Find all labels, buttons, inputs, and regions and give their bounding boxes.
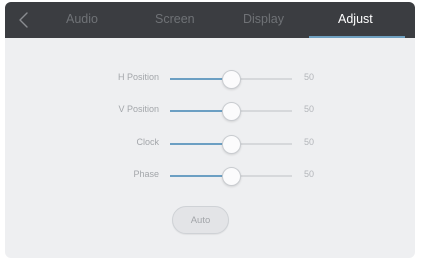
slider-label: V Position [118, 104, 159, 114]
slider-value: 50 [304, 169, 315, 179]
phase-slider[interactable] [170, 166, 292, 186]
chevron-left-icon [19, 12, 28, 28]
settings-panel: Audio Screen Display Adjust H Position 5… [5, 2, 415, 258]
slider-row-phase: Phase 50 [5, 166, 415, 186]
slider-label: H Position [117, 72, 159, 82]
tab-display[interactable]: Display [243, 12, 284, 26]
slider-row-h-position: H Position 50 [5, 69, 415, 89]
active-tab-indicator [309, 36, 405, 38]
back-button[interactable] [13, 9, 35, 31]
slider-label: Clock [136, 137, 159, 147]
slider-value: 50 [304, 137, 315, 147]
slider-row-v-position: V Position 50 [5, 101, 415, 121]
slider-row-clock: Clock 50 [5, 134, 415, 154]
tab-audio[interactable]: Audio [66, 12, 98, 26]
tab-screen[interactable]: Screen [155, 12, 195, 26]
v-position-slider[interactable] [170, 101, 292, 121]
clock-slider[interactable] [170, 134, 292, 154]
tab-adjust[interactable]: Adjust [338, 12, 373, 26]
h-position-slider[interactable] [170, 69, 292, 89]
slider-thumb[interactable] [222, 70, 241, 89]
tab-bar: Audio Screen Display Adjust [5, 2, 415, 38]
slider-value: 50 [304, 104, 315, 114]
slider-thumb[interactable] [222, 135, 241, 154]
slider-thumb[interactable] [222, 102, 241, 121]
slider-value: 50 [304, 72, 315, 82]
slider-label: Phase [133, 169, 159, 179]
slider-thumb[interactable] [222, 167, 241, 186]
auto-button[interactable]: Auto [172, 206, 229, 234]
